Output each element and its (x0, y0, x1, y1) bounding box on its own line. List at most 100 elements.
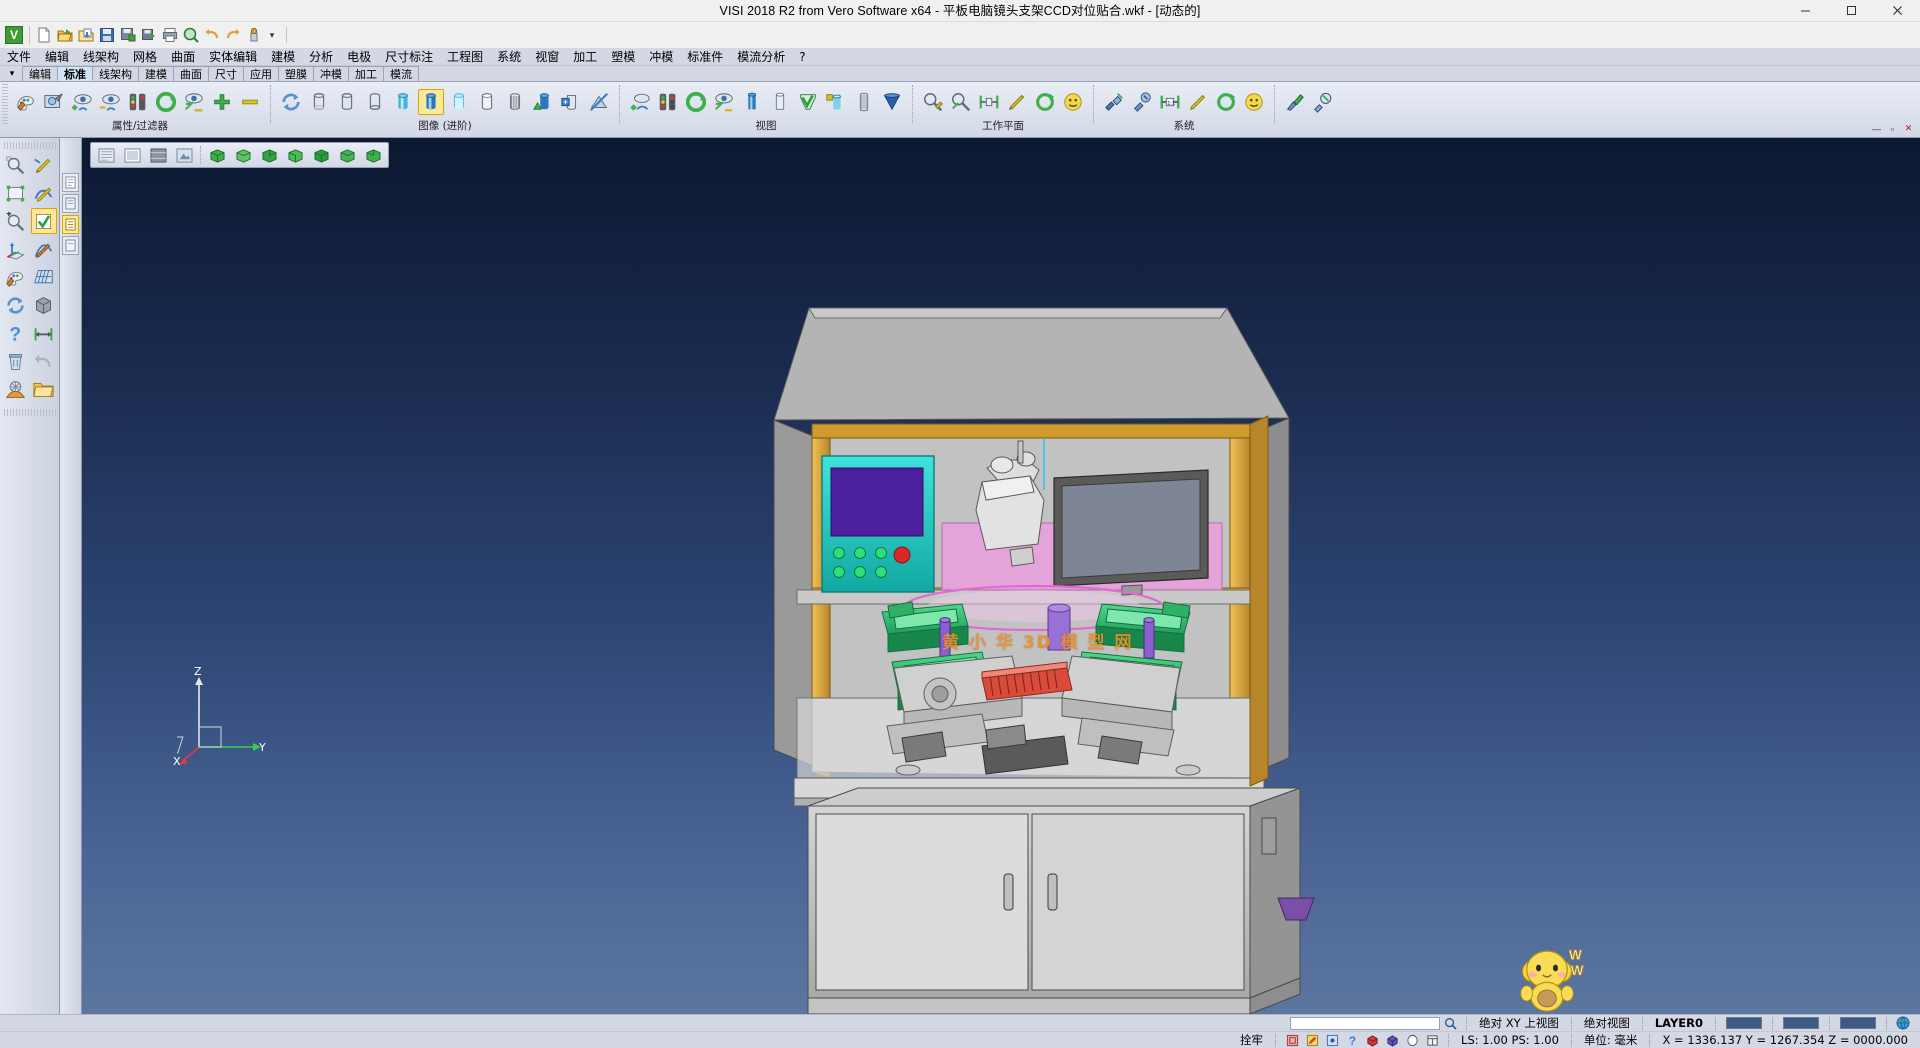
color-swatch-2[interactable] (1783, 1017, 1819, 1029)
workplane-face-icon[interactable] (1060, 89, 1086, 115)
menu-item-8[interactable]: 电极 (340, 48, 378, 66)
cylinder-edge-icon[interactable] (558, 89, 584, 115)
minimize-button[interactable] (1782, 0, 1828, 22)
workplane-select-icon[interactable] (920, 89, 946, 115)
render-scene-icon[interactable] (3, 376, 29, 402)
ribbon-tab-6[interactable]: 应用 (243, 66, 279, 81)
snap-help-icon[interactable]: ? (1343, 1033, 1361, 1048)
system-calc-icon[interactable]: 1:1 (1157, 89, 1183, 115)
workplane-define-icon[interactable] (948, 89, 974, 115)
cylinder-hidden-icon[interactable] (474, 89, 500, 115)
view-restore-icon[interactable] (627, 89, 653, 115)
zoom-in-icon[interactable] (3, 208, 29, 234)
print-preview-icon[interactable] (180, 25, 201, 46)
help-question-icon[interactable]: ? (3, 320, 29, 346)
edit-pencil-icon[interactable] (31, 152, 57, 178)
vstrip-btn-1[interactable] (62, 173, 79, 192)
cylinder-shade-icon[interactable] (390, 89, 416, 115)
show-entity-icon[interactable] (69, 89, 95, 115)
color-palette-icon[interactable] (13, 89, 39, 115)
undo-icon[interactable] (201, 25, 222, 46)
solid-cube-icon[interactable] (31, 292, 57, 318)
view-refresh-icon[interactable] (683, 89, 709, 115)
color-swatch-3[interactable] (1840, 1017, 1876, 1029)
save-as-icon[interactable] (117, 25, 138, 46)
ribbon-tab-4[interactable]: 曲面 (173, 66, 209, 81)
globe-icon[interactable] (1894, 1016, 1912, 1031)
customize-dropdown-icon[interactable]: ▾ (264, 25, 280, 46)
ribbon-tab-5[interactable]: 尺寸 (208, 66, 244, 81)
ribbon-tab-3[interactable]: 建模 (138, 66, 174, 81)
menu-item-0[interactable]: 文件 (0, 48, 38, 66)
left-toolbar-gripper-bottom[interactable] (4, 409, 56, 416)
system-measure-icon[interactable] (1185, 89, 1211, 115)
system-layer-icon[interactable] (1213, 89, 1239, 115)
ribbon-tab-0[interactable]: 编辑 (22, 66, 58, 81)
workplane-origin-icon[interactable] (976, 89, 1002, 115)
cylinder-render-icon[interactable] (418, 89, 444, 115)
menu-item-5[interactable]: 实体编辑 (202, 48, 264, 66)
app-logo-icon[interactable]: V (5, 26, 23, 44)
view-light-icon[interactable] (823, 89, 849, 115)
check-select-icon[interactable] (31, 208, 57, 234)
menu-item-14[interactable]: 塑模 (604, 48, 642, 66)
zoom-window-icon[interactable] (3, 152, 29, 178)
ribbon-tab-10[interactable]: 模流 (383, 66, 419, 81)
traffic-light-icon[interactable] (125, 89, 151, 115)
absolute-view-label[interactable]: 绝对视图 (1578, 1015, 1636, 1032)
remove-minus-icon[interactable] (237, 89, 263, 115)
doc-close-button[interactable]: ✕ (1901, 122, 1916, 135)
undo-arrow-icon[interactable] (31, 348, 57, 374)
menu-item-16[interactable]: 标准件 (680, 48, 730, 66)
dimension-icon[interactable] (31, 320, 57, 346)
ribbon-gripper[interactable] (2, 84, 8, 124)
layer-label[interactable]: LAYER0 (1649, 1015, 1709, 1032)
hide-entity-icon[interactable] (97, 89, 123, 115)
doc-restore-button[interactable]: ▫ (1885, 122, 1900, 135)
menu-item-10[interactable]: 工程图 (440, 48, 490, 66)
cylinder-section-icon[interactable] (502, 89, 528, 115)
axis-move-icon[interactable] (3, 236, 29, 262)
view-mode-label[interactable]: 绝对 XY 上视图 (1473, 1015, 1565, 1032)
redo-icon[interactable] (222, 25, 243, 46)
cylinder-flat-icon[interactable] (362, 89, 388, 115)
color-palette-icon[interactable] (3, 264, 29, 290)
tab-dropdown-icon[interactable]: ▾ (2, 66, 22, 81)
grid-plane-icon[interactable] (31, 264, 57, 290)
menu-item-9[interactable]: 尺寸标注 (378, 48, 440, 66)
new-file-icon[interactable] (33, 25, 54, 46)
menu-item-12[interactable]: 视窗 (528, 48, 566, 66)
menu-item-2[interactable]: 线架构 (76, 48, 126, 66)
menu-item-11[interactable]: 系统 (490, 48, 528, 66)
snap-grid-icon[interactable] (1283, 1033, 1301, 1048)
menu-item-6[interactable]: 建模 (264, 48, 302, 66)
color-swatch-1[interactable] (1726, 1017, 1762, 1029)
system-config-icon[interactable] (1101, 89, 1127, 115)
snap-circle-icon[interactable] (1403, 1033, 1421, 1048)
add-plus-icon[interactable] (209, 89, 235, 115)
menu-item-17[interactable]: 模流分析 (730, 48, 792, 66)
regen-view-icon[interactable] (3, 292, 29, 318)
extra-analysis-icon[interactable] (1282, 89, 1308, 115)
maximize-button[interactable] (1828, 0, 1874, 22)
workplane-pen-icon[interactable] (1004, 89, 1030, 115)
view-traffic-icon[interactable] (655, 89, 681, 115)
draw-tool-icon[interactable] (31, 236, 57, 262)
menu-item-15[interactable]: 冲模 (642, 48, 680, 66)
macro-icon[interactable] (243, 25, 264, 46)
workplane-rotate-icon[interactable] (1032, 89, 1058, 115)
close-button[interactable] (1874, 0, 1920, 22)
doc-minimize-button[interactable]: — (1869, 122, 1884, 135)
save-icon[interactable] (96, 25, 117, 46)
menu-item-1[interactable]: 编辑 (38, 48, 76, 66)
ribbon-tab-8[interactable]: 冲模 (313, 66, 349, 81)
open-folder-icon[interactable] (31, 376, 57, 402)
ribbon-tab-9[interactable]: 加工 (348, 66, 384, 81)
delete-trash-icon[interactable] (3, 348, 29, 374)
ribbon-tab-1[interactable]: 标准 (57, 66, 93, 81)
properties-filter-icon[interactable] (41, 89, 67, 115)
view-cone-icon[interactable] (879, 89, 905, 115)
view-cylinder1-icon[interactable] (739, 89, 765, 115)
vstrip-btn-3[interactable] (62, 215, 79, 234)
regenerate-icon[interactable] (278, 89, 304, 115)
